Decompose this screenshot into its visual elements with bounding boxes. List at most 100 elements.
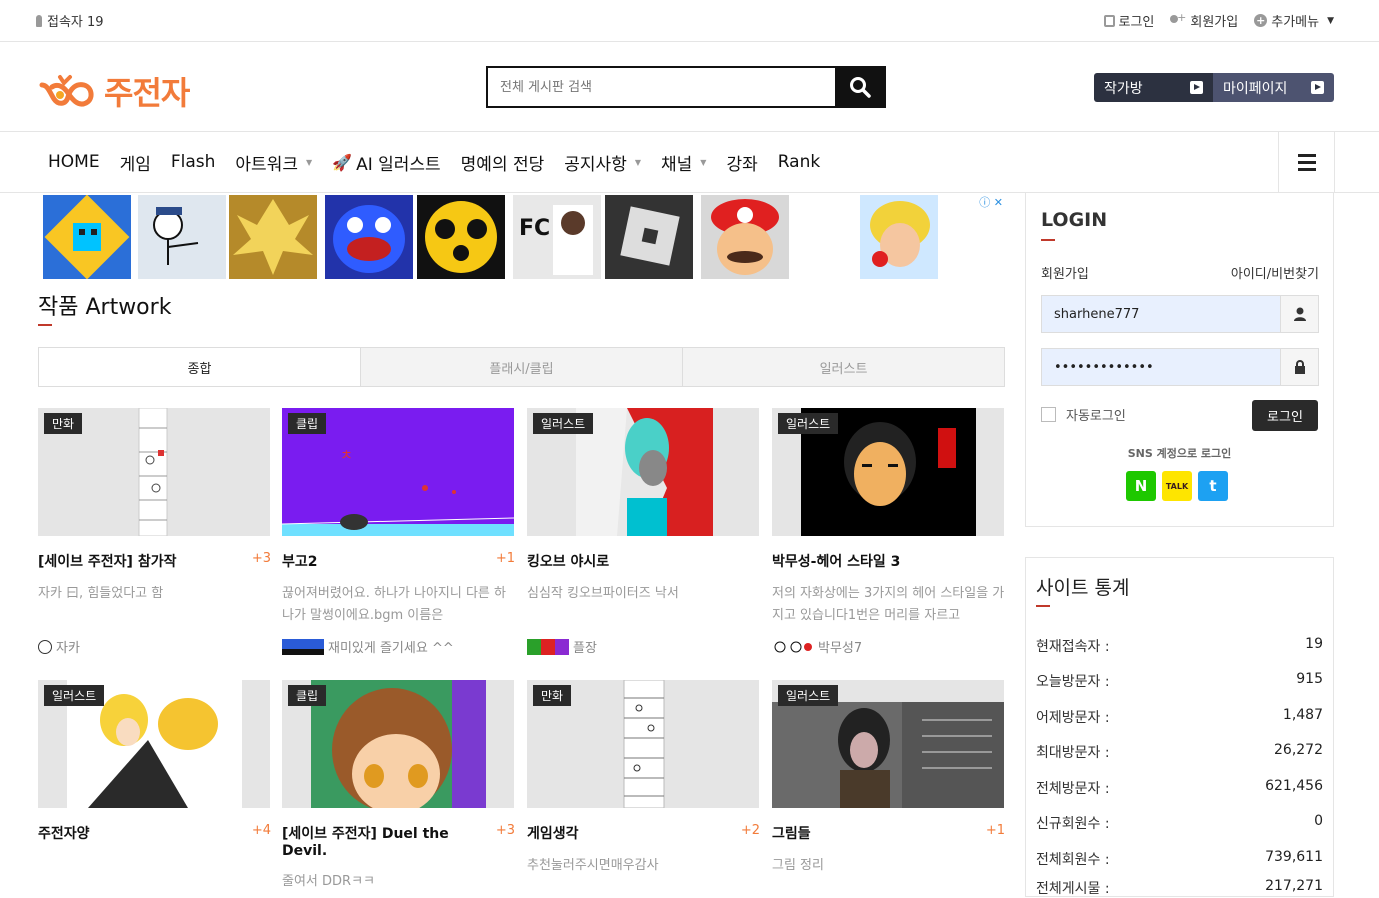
card-thumbnail[interactable]: 클립 bbox=[282, 680, 514, 808]
artwork-card[interactable]: 만화 게임생각 +2 추천눌러주시면매우감사 bbox=[527, 680, 760, 877]
card-title[interactable]: 게임생각 bbox=[527, 823, 579, 843]
mypage-button[interactable]: 마이페이지 bbox=[1213, 73, 1334, 102]
card-thumbnail[interactable]: 일러스트 bbox=[772, 680, 1004, 808]
search-button[interactable] bbox=[835, 68, 884, 106]
card-author[interactable]: 재미있게 즐기세요 ^^ bbox=[282, 637, 515, 656]
card-thumbnail[interactable]: 만화 bbox=[527, 680, 759, 808]
site-logo[interactable]: 주전자 bbox=[38, 68, 190, 114]
ad-tile-doll[interactable] bbox=[860, 195, 938, 279]
card-author[interactable]: 자카 bbox=[38, 637, 271, 656]
tab-all[interactable]: 종합 bbox=[39, 348, 360, 386]
card-author-name: 플장 bbox=[573, 641, 597, 656]
more-menu-label: 추가메뉴 bbox=[1271, 15, 1320, 30]
ad-banner[interactable]: FC ⓘ ✕ bbox=[41, 194, 1005, 281]
password-input[interactable] bbox=[1042, 349, 1280, 385]
top-signup-link[interactable]: 회원가입 bbox=[1170, 11, 1238, 30]
stats-label: 신규회원수 : bbox=[1036, 816, 1110, 832]
stats-value: 19 bbox=[1305, 636, 1323, 652]
stats-label: 어제방문자 : bbox=[1036, 710, 1110, 726]
game-icon-image: FC bbox=[519, 205, 593, 275]
nav-ai-illust[interactable]: 🚀 AI 일러스트 bbox=[332, 150, 441, 175]
ad-tile-stickman[interactable] bbox=[138, 195, 226, 279]
card-title[interactable]: 부고2 bbox=[282, 551, 318, 571]
nav-notice-label: 공지사항 bbox=[564, 154, 627, 175]
artwork-card[interactable]: 일러스트 주전자양 +4 bbox=[38, 680, 271, 843]
nav-game[interactable]: 게임 bbox=[120, 150, 151, 175]
card-author-name: 박무성7 bbox=[818, 641, 863, 656]
card-author[interactable]: 박무성7 bbox=[772, 637, 1005, 656]
checkbox-box[interactable] bbox=[1041, 407, 1056, 422]
main-nav: HOME 게임 Flash 아트워크 ▼ 🚀 AI 일러스트 명예의 전당 공지사항… bbox=[0, 132, 1379, 193]
game-icon-image bbox=[44, 194, 130, 280]
stats-row: 어제방문자 : 1,487 bbox=[1036, 707, 1323, 727]
stats-row: 전체방문자 : 621,456 bbox=[1036, 778, 1323, 798]
ad-tile-fc-mobile[interactable]: FC bbox=[513, 195, 601, 279]
search-icon bbox=[849, 77, 871, 98]
card-thumbnail[interactable]: 일러스트 bbox=[772, 408, 1004, 536]
password-field bbox=[1041, 348, 1319, 386]
twitter-login-button[interactable]: t bbox=[1198, 471, 1228, 501]
tab-illust[interactable]: 일러스트 bbox=[682, 348, 1004, 386]
auto-login-checkbox[interactable]: 자동로그인 bbox=[1041, 405, 1126, 424]
card-thumbnail[interactable]: 일러스트 bbox=[38, 680, 270, 808]
card-title[interactable]: 킹오브 야시로 bbox=[527, 551, 609, 571]
card-author-name: 재미있게 즐기세요 ^^ bbox=[328, 641, 454, 656]
find-account-link[interactable]: 아이디/비번찾기 bbox=[1231, 263, 1319, 282]
kakao-login-button[interactable]: TALK bbox=[1162, 471, 1192, 501]
signup-link[interactable]: 회원가입 bbox=[1041, 263, 1089, 282]
stats-accent-bar bbox=[1036, 605, 1050, 607]
artwork-card[interactable]: 일러스트 박무성-헤어 스타일 3 저의 자화상에는 3가지의 헤어 스타일을 … bbox=[772, 408, 1005, 656]
login-submit-button[interactable]: 로그인 bbox=[1252, 400, 1318, 431]
ad-tile-geometry-dash[interactable] bbox=[43, 194, 131, 280]
nav-artwork[interactable]: 아트워크 ▼ bbox=[235, 150, 312, 175]
card-title[interactable]: 박무성-헤어 스타일 3 bbox=[772, 551, 900, 571]
card-title[interactable]: 그림들 bbox=[772, 823, 811, 843]
hamburger-menu-button[interactable] bbox=[1278, 132, 1335, 192]
author-banner-image bbox=[282, 638, 324, 655]
play-icon bbox=[1311, 81, 1324, 94]
ad-tile-roblox[interactable] bbox=[605, 195, 693, 279]
author-banner-image bbox=[527, 638, 569, 655]
card-thumbnail[interactable]: 만화 bbox=[38, 408, 270, 536]
stats-value: 739,611 bbox=[1265, 849, 1323, 865]
stats-value: 915 bbox=[1296, 671, 1323, 687]
ad-tile-mario[interactable] bbox=[701, 195, 789, 279]
artwork-card[interactable]: 클립 [세이브 주전자] Duel the Devil. +3 줄여서 DDRㅋ… bbox=[282, 680, 515, 893]
card-author[interactable]: 플장 bbox=[527, 637, 760, 656]
card-thumbnail[interactable]: 일러스트 bbox=[527, 408, 759, 536]
ad-tile-brawl[interactable] bbox=[417, 195, 505, 279]
ad-tile-huggy[interactable] bbox=[325, 195, 413, 279]
nav-channel[interactable]: 채널 ▼ bbox=[661, 150, 706, 175]
mypage-label: 마이페이지 bbox=[1223, 80, 1288, 97]
nav-notice[interactable]: 공지사항 ▼ bbox=[564, 150, 641, 175]
artwork-card[interactable]: 만화 [세이브 주전자] 참가작 +3 자카 曰, 힘들었다고 함 자카 bbox=[38, 408, 271, 656]
card-title[interactable]: [세이브 주전자] Duel the Devil. bbox=[282, 823, 496, 859]
nav-flash[interactable]: Flash bbox=[171, 152, 216, 172]
card-title[interactable]: 주전자양 bbox=[38, 823, 90, 843]
nav-home[interactable]: HOME bbox=[48, 152, 100, 172]
visitor-count: 접속자 19 bbox=[36, 11, 104, 30]
more-menu-dropdown[interactable]: + 추가메뉴 ▼ bbox=[1254, 11, 1334, 30]
nav-lecture[interactable]: 강좌 bbox=[726, 150, 757, 175]
nav-rank[interactable]: Rank bbox=[778, 152, 820, 172]
artwork-card[interactable]: 일러스트 그림들 +1 그림 정리 bbox=[772, 680, 1005, 877]
card-thumbnail[interactable]: 클립 ㅊ bbox=[282, 408, 514, 536]
ad-info-close-icon[interactable]: ⓘ ✕ bbox=[979, 194, 1003, 210]
nav-hall-of-fame[interactable]: 명예의 전당 bbox=[461, 150, 545, 175]
tab-flash-clip[interactable]: 플래시/클립 bbox=[360, 348, 682, 386]
svg-text:ㅊ: ㅊ bbox=[340, 448, 353, 464]
stats-label: 전체회원수 : bbox=[1036, 852, 1110, 868]
top-login-link[interactable]: 로그인 bbox=[1103, 11, 1154, 30]
naver-login-button[interactable]: N bbox=[1126, 471, 1156, 501]
card-comment-count: +1 bbox=[985, 823, 1005, 838]
artwork-card[interactable]: 일러스트 킹오브 야시로 심심작 킹오브파이터즈 낙서 플장 bbox=[527, 408, 760, 656]
artwork-card[interactable]: 클립 ㅊ 부고2 +1 끊어져버렸어요. 하나가 나아지니 다른 하나가 말썽이… bbox=[282, 408, 515, 656]
card-title[interactable]: [세이브 주전자] 참가작 bbox=[38, 551, 176, 571]
visitor-count-label: 접속자 19 bbox=[47, 15, 104, 30]
search-input[interactable] bbox=[488, 68, 835, 106]
card-description: 그림 정리 bbox=[772, 858, 824, 873]
writer-room-button[interactable]: 작가방 bbox=[1094, 73, 1213, 102]
username-input[interactable] bbox=[1042, 296, 1280, 332]
artwork-tabs: 종합 플래시/클립 일러스트 bbox=[38, 347, 1005, 387]
ad-tile-dragon[interactable] bbox=[229, 195, 317, 279]
